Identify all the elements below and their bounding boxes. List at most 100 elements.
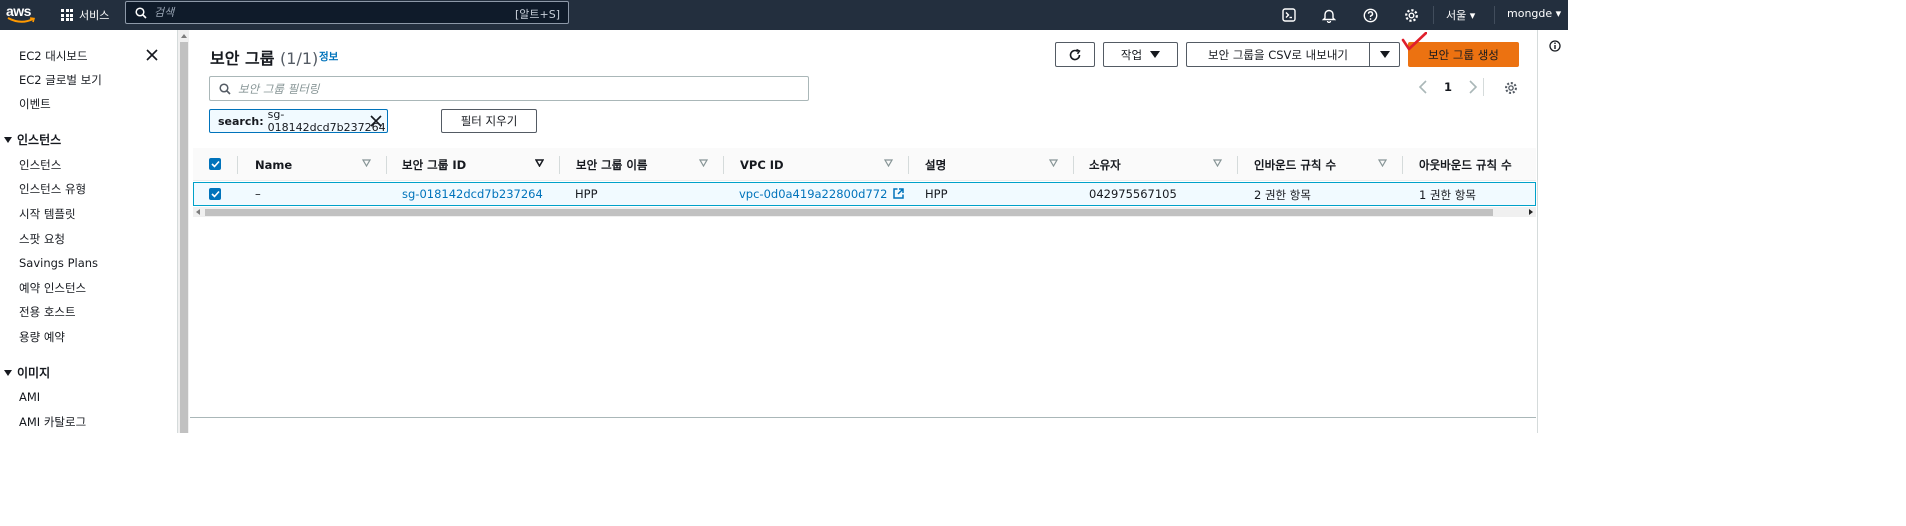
page-number[interactable]: 1	[1444, 80, 1452, 94]
sort-icon[interactable]	[699, 159, 708, 167]
refresh-button[interactable]	[1055, 42, 1095, 67]
cell-group-name: HPP	[575, 187, 598, 201]
actions-button[interactable]: 작업	[1103, 42, 1178, 67]
sidebar-item-reserved-instances[interactable]: 예약 인스턴스	[19, 280, 86, 296]
topbar-divider	[1494, 6, 1495, 24]
column-header-group-name[interactable]: 보안 그룹 이름	[576, 148, 648, 181]
sidebar-section-instances[interactable]: 인스턴스	[4, 131, 61, 148]
sidebar-item-launch-templates[interactable]: 시작 템플릿	[19, 206, 76, 222]
column-label: 아웃바운드 규칙 수	[1419, 157, 1512, 172]
sidebar-section-label: 이미지	[17, 366, 51, 380]
search-shortcut: [알트+S]	[514, 8, 560, 21]
global-search[interactable]: [알트+S]	[125, 1, 569, 24]
caret-down-icon	[1150, 51, 1161, 58]
region-label: 서울	[1446, 9, 1467, 22]
sidebar-item-instance-types[interactable]: 인스턴스 유형	[19, 181, 86, 197]
sort-descending-icon[interactable]	[535, 159, 544, 167]
close-icon[interactable]	[146, 49, 158, 61]
sidebar-section-label: 인스턴스	[17, 133, 62, 147]
sidebar-item-ami[interactable]: AMI	[19, 390, 40, 404]
sidebar-item-savings-plans[interactable]: Savings Plans	[19, 256, 98, 270]
help-icon[interactable]	[1361, 6, 1379, 24]
services-menu[interactable]: 서비스	[61, 5, 109, 25]
export-csv-button[interactable]: 보안 그룹을 CSV로 내보내기	[1186, 42, 1370, 67]
search-icon	[219, 83, 231, 95]
filter-token-key: search:	[218, 114, 264, 128]
filter-bar[interactable]	[209, 76, 809, 101]
column-header-name[interactable]: Name	[255, 148, 292, 181]
column-header-owner[interactable]: 소유자	[1089, 148, 1121, 181]
column-header-vpc-id[interactable]: VPC ID	[740, 148, 784, 181]
account-label: mongde	[1507, 7, 1553, 20]
settings-icon[interactable]	[1402, 6, 1420, 24]
table-header: Name 보안 그룹 ID 보안 그룹 이름 VPC ID 설명 소유자 인바운…	[193, 148, 1536, 181]
region-selector[interactable]: 서울 ▾	[1446, 7, 1475, 23]
sidebar-item-spot-requests[interactable]: 스팟 요청	[19, 231, 65, 247]
sidebar-section-images[interactable]: 이미지	[4, 364, 50, 381]
info-link[interactable]: 정보	[319, 49, 338, 64]
export-dropdown-button[interactable]	[1369, 42, 1400, 67]
aws-logo[interactable]: aws	[6, 3, 36, 27]
clear-filters-button[interactable]: 필터 지우기	[441, 109, 537, 133]
info-icon[interactable]	[1549, 40, 1561, 52]
sidebar-item-capacity-reservations[interactable]: 용량 예약	[19, 329, 65, 345]
external-link-icon	[893, 188, 904, 199]
sidebar-item-instances[interactable]: 인스턴스	[19, 157, 61, 173]
sidebar-item-events[interactable]: 이벤트	[19, 96, 51, 112]
chevron-left-icon[interactable]	[1418, 80, 1428, 94]
sidebar-item-ec2-global-view[interactable]: EC2 글로벌 보기	[19, 72, 102, 88]
bell-icon[interactable]	[1320, 6, 1338, 24]
search-input[interactable]	[154, 4, 494, 21]
topbar-divider	[1433, 6, 1434, 24]
sidebar-item-dedicated-hosts[interactable]: 전용 호스트	[19, 304, 76, 320]
select-all-checkbox[interactable]	[209, 158, 221, 170]
column-label: VPC ID	[740, 157, 784, 172]
sort-icon[interactable]	[884, 159, 893, 167]
column-label: 인바운드 규칙 수	[1254, 157, 1337, 172]
selection-count: (1/1)	[280, 49, 319, 68]
sort-icon[interactable]	[362, 159, 371, 167]
sidebar-scrollbar[interactable]	[177, 30, 189, 433]
sort-icon[interactable]	[1213, 159, 1222, 167]
column-label: 설명	[925, 157, 947, 172]
pagination: 1	[1418, 80, 1478, 94]
split-panel-divider[interactable]	[190, 417, 1536, 418]
page-title: 보안 그룹 (1/1)	[210, 45, 318, 69]
clear-filters-label: 필터 지우기	[460, 114, 518, 128]
remove-filter-icon[interactable]	[370, 115, 382, 127]
filter-token: search: sg-018142dcd7b237264	[209, 108, 388, 134]
cell-inbound-rules: 2 권한 항목	[1254, 188, 1311, 202]
cell-name: –	[255, 187, 261, 201]
sidebar-item-ec2-dashboard[interactable]: EC2 대시보드	[19, 48, 88, 64]
settings-icon[interactable]	[1504, 81, 1518, 95]
table-horizontal-scrollbar[interactable]	[193, 207, 1536, 217]
cell-owner: 042975567105	[1089, 187, 1177, 201]
column-label: 보안 그룹 ID	[402, 157, 467, 172]
refresh-icon	[1069, 48, 1081, 60]
security-groups-table: Name 보안 그룹 ID 보안 그룹 이름 VPC ID 설명 소유자 인바운…	[190, 148, 1536, 220]
table-row[interactable]: – sg-018142dcd7b237264 HPP vpc-0d0a419a2…	[193, 182, 1536, 206]
cloudshell-icon[interactable]	[1280, 6, 1298, 24]
cell-vpc-id-link[interactable]: vpc-0d0a419a22800d772	[739, 187, 904, 201]
grid-icon	[61, 9, 73, 21]
top-navigation-bar: aws 서비스 [알트+S] 서울 ▾ mongde ▾	[0, 0, 1568, 30]
column-header-group-id[interactable]: 보안 그룹 ID	[402, 148, 466, 181]
caret-down-icon	[4, 136, 12, 143]
pagination-divider	[1483, 78, 1484, 96]
column-label: 소유자	[1089, 157, 1121, 172]
row-checkbox[interactable]	[209, 188, 221, 200]
sidebar-item-ami-catalog[interactable]: AMI 카탈로그	[19, 414, 86, 430]
filter-input[interactable]	[238, 80, 798, 97]
account-menu[interactable]: mongde ▾	[1507, 7, 1561, 20]
search-icon	[135, 7, 147, 19]
sort-icon[interactable]	[1049, 159, 1058, 167]
column-header-outbound-rules[interactable]: 아웃바운드 규칙 수	[1419, 148, 1512, 181]
page-title-text: 보안 그룹	[210, 49, 275, 68]
export-csv-label: 보안 그룹을 CSV로 내보내기	[1208, 47, 1348, 62]
column-header-description[interactable]: 설명	[925, 148, 946, 181]
vpc-id-text: vpc-0d0a419a22800d772	[739, 187, 888, 201]
chevron-right-icon[interactable]	[1468, 80, 1478, 94]
sort-icon[interactable]	[1378, 159, 1387, 167]
column-header-inbound-rules[interactable]: 인바운드 규칙 수	[1254, 148, 1336, 181]
cell-group-id-link[interactable]: sg-018142dcd7b237264	[402, 187, 543, 201]
